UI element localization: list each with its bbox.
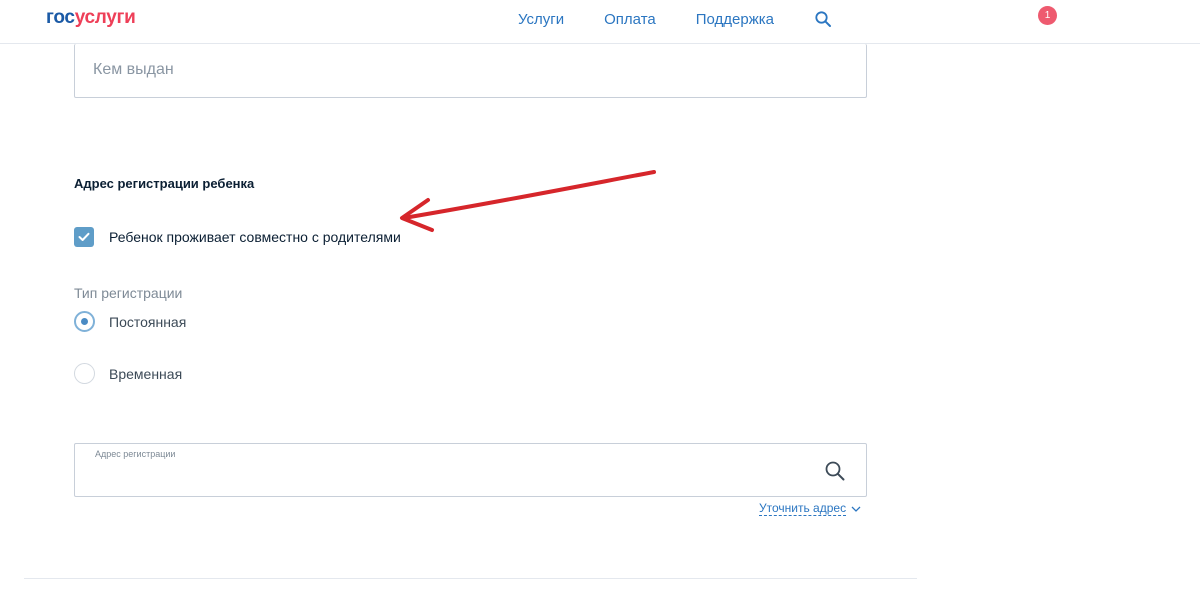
header: госуслуги Услуги Оплата Поддержка 1 [0,0,1200,44]
notification-badge[interactable]: 1 [1038,6,1057,25]
registration-type-label: Тип регистрации [74,285,183,301]
gosuslugi-logo[interactable]: госуслуги [46,7,136,29]
nav-support[interactable]: Поддержка [696,11,774,28]
chevron-down-icon [851,506,861,512]
radio-dot [81,318,88,325]
radio-temporary-label: Временная [109,365,183,382]
address-field: Адрес регистрации [74,443,867,497]
lives-with-parents-label: Ребенок проживает совместно с родителями [109,229,401,245]
radio-temporary-row[interactable]: Временная [74,363,182,384]
logo-part-2: услуги [74,7,136,28]
annotation-arrow-icon [400,170,656,232]
address-search-icon[interactable] [824,460,846,482]
divider [24,578,917,579]
radio-permanent-label: Постоянная [109,313,187,330]
top-nav: Услуги Оплата Поддержка [518,11,832,28]
radio-permanent[interactable] [74,311,95,332]
radio-permanent-row[interactable]: Постоянная [74,311,186,332]
lives-with-parents-checkbox[interactable] [74,227,94,247]
nav-payment[interactable]: Оплата [604,11,656,28]
logo-part-1: гос [46,7,75,28]
issued-by-input[interactable] [93,44,833,96]
nav-services[interactable]: Услуги [518,11,564,28]
radio-temporary[interactable] [74,363,95,384]
lives-with-parents-row[interactable]: Ребенок проживает совместно с родителями [74,227,401,247]
refine-address-text: Уточнить адрес [759,501,847,516]
issued-by-field [74,44,867,98]
section-title: Адрес регистрации ребенка [74,176,255,191]
check-icon [78,232,90,241]
address-field-label: Адрес регистрации [95,449,176,459]
search-icon[interactable] [814,10,832,28]
refine-address-link[interactable]: Уточнить адрес [759,501,861,516]
page: госуслуги Услуги Оплата Поддержка 1 Адре… [0,0,1200,596]
address-input[interactable] [95,464,815,492]
